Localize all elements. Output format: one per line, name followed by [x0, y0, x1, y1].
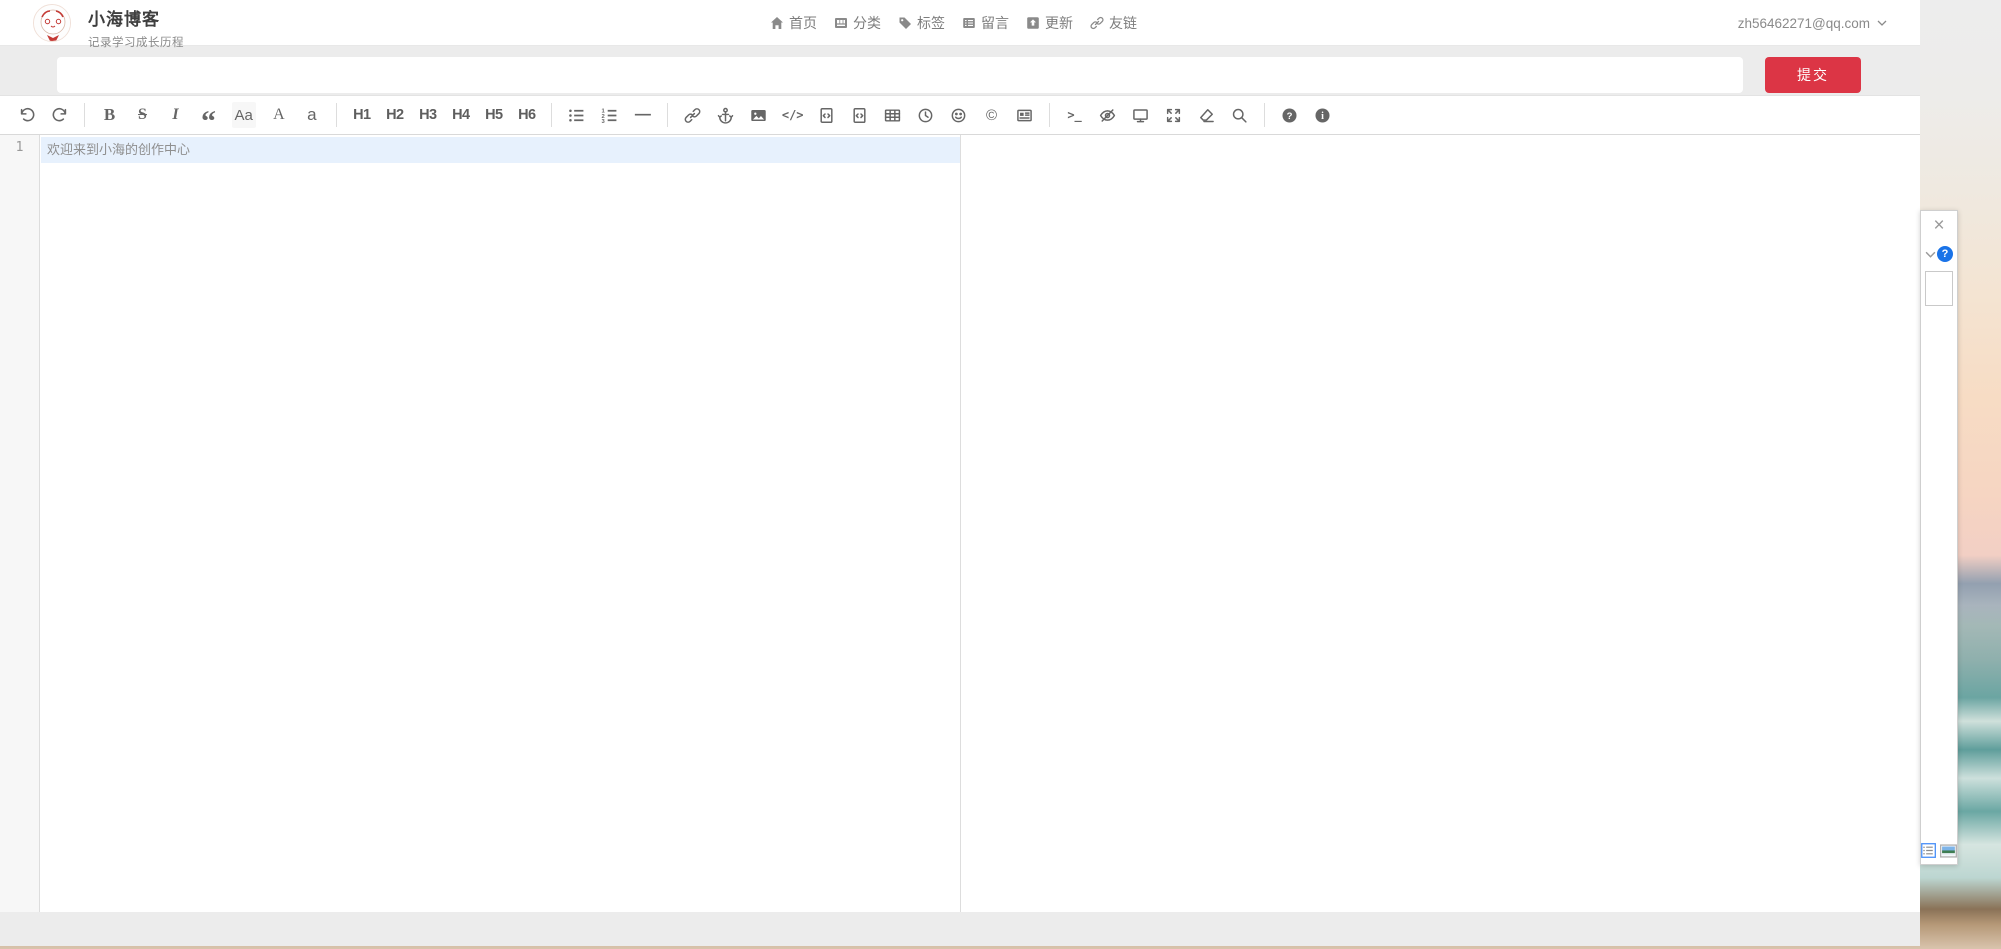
tag-icon — [898, 16, 912, 30]
ucwords-button[interactable]: Aa — [232, 102, 256, 128]
nav-item-messages[interactable]: 留言 — [962, 13, 1009, 33]
pagebreak-button[interactable] — [1015, 102, 1035, 128]
lowercase-button[interactable]: a — [302, 102, 322, 128]
undo-button[interactable] — [17, 102, 37, 128]
svg-text:?: ? — [1287, 110, 1293, 121]
del-button[interactable]: S — [133, 102, 153, 128]
nav-label: 分类 — [853, 13, 881, 33]
h3-button[interactable]: H3 — [418, 102, 438, 128]
popup-input[interactable] — [1925, 271, 1953, 306]
clear-button[interactable] — [1197, 102, 1217, 128]
h5-button[interactable]: H5 — [484, 102, 504, 128]
h4-button[interactable]: H4 — [451, 102, 471, 128]
compose-row: 提交 — [0, 46, 1920, 95]
nav-label: 标签 — [917, 13, 945, 33]
popup-controls: ? — [1921, 246, 1957, 262]
nav-item-categories[interactable]: 分类 — [834, 13, 881, 33]
site-title[interactable]: 小海博客 — [88, 5, 184, 30]
toolbar-divider — [667, 103, 668, 127]
toolbar-divider — [336, 103, 337, 127]
preformatted-text-button[interactable] — [817, 102, 837, 128]
nav-item-tags[interactable]: 标签 — [898, 13, 945, 33]
datetime-button[interactable] — [916, 102, 936, 128]
brand: 小海博客 记录学习成长历程 — [88, 5, 184, 50]
site-header: 小海博客 记录学习成长历程 首页分类标签留言更新友链 zh56462271@qq… — [0, 0, 1920, 46]
quote-button[interactable]: “ — [199, 102, 219, 128]
home-icon — [770, 16, 784, 30]
code-button[interactable]: </> — [782, 102, 804, 128]
uppercase-button[interactable]: A — [269, 102, 289, 128]
svg-text:3: 3 — [602, 119, 606, 124]
toolbar-divider — [84, 103, 85, 127]
h6-button[interactable]: H6 — [517, 102, 537, 128]
editor-toolbar: BSI “ Aa Aa H1 H2 H3 H4 H5 H6 123 — </> © >_? i — [0, 95, 1920, 135]
markdown-preview-pane — [961, 135, 1920, 912]
hr-button[interactable]: — — [633, 102, 653, 128]
preview-button[interactable] — [1131, 102, 1151, 128]
help-circle-icon[interactable]: ? — [1937, 246, 1953, 262]
line-number-gutter: 1 — [0, 135, 40, 912]
fullscreen-button[interactable] — [1164, 102, 1184, 128]
popup-mode-icons — [1921, 842, 1957, 859]
goto-line-button[interactable]: >_ — [1065, 102, 1085, 128]
line-number: 1 — [0, 135, 39, 161]
account-menu[interactable]: zh56462271@qq.com — [1738, 0, 1887, 46]
editor-line-text: 欢迎来到小海的创作中心 — [41, 137, 960, 163]
list-ol-button[interactable]: 123 — [600, 102, 620, 128]
toolbar-divider — [551, 103, 552, 127]
grid-icon — [834, 16, 848, 30]
link-button[interactable] — [683, 102, 703, 128]
submit-button[interactable]: 提交 — [1765, 57, 1861, 93]
link-icon — [1090, 16, 1104, 30]
markdown-editor: 1 欢迎来到小海的创作中心 — [0, 135, 1920, 912]
toolbar-divider — [1264, 103, 1265, 127]
account-email: zh56462271@qq.com — [1738, 16, 1870, 31]
table-button[interactable] — [883, 102, 903, 128]
help-button[interactable]: ? — [1280, 102, 1300, 128]
image-button[interactable] — [749, 102, 769, 128]
nav-label: 首页 — [789, 13, 817, 33]
emoji-button[interactable] — [949, 102, 969, 128]
nav-item-updates[interactable]: 更新 — [1026, 13, 1073, 33]
list-ul-button[interactable] — [567, 102, 587, 128]
chevron-down-icon — [1877, 20, 1887, 26]
extension-popup: × ? — [1920, 210, 1958, 865]
post-title-input[interactable] — [57, 57, 1743, 93]
nav-item-home[interactable]: 首页 — [770, 13, 817, 33]
search-button[interactable] — [1230, 102, 1250, 128]
close-icon[interactable]: × — [1929, 215, 1949, 237]
italic-button[interactable]: I — [166, 102, 186, 128]
main-nav: 首页 分类 标签 留言 更新 友链 — [770, 0, 1137, 46]
list-mode-icon[interactable] — [1921, 842, 1936, 859]
cartoon-avatar-icon — [34, 5, 71, 42]
h1-button[interactable]: H1 — [352, 102, 372, 128]
info-button[interactable]: i — [1313, 102, 1333, 128]
comments-icon — [962, 16, 976, 30]
toolbar-divider — [1049, 103, 1050, 127]
h2-button[interactable]: H2 — [385, 102, 405, 128]
watch-button[interactable] — [1098, 102, 1118, 128]
html-entities-button[interactable]: © — [982, 102, 1002, 128]
site-logo-avatar[interactable] — [33, 4, 71, 42]
chevron-down-icon[interactable] — [1925, 251, 1936, 258]
nav-item-friend-links[interactable]: 友链 — [1090, 13, 1137, 33]
reference-link-button[interactable] — [716, 102, 736, 128]
upload-icon — [1026, 16, 1040, 30]
nav-label: 更新 — [1045, 13, 1073, 33]
bold-button[interactable]: B — [100, 102, 120, 128]
svg-text:i: i — [1321, 111, 1324, 122]
active-line-highlight: 欢迎来到小海的创作中心 — [41, 137, 960, 163]
code-editor-pane[interactable]: 欢迎来到小海的创作中心 — [41, 135, 960, 912]
code-block-button[interactable] — [850, 102, 870, 128]
nav-label: 留言 — [981, 13, 1009, 33]
nav-label: 友链 — [1109, 13, 1137, 33]
redo-button[interactable] — [50, 102, 70, 128]
image-mode-icon[interactable] — [1940, 844, 1957, 858]
